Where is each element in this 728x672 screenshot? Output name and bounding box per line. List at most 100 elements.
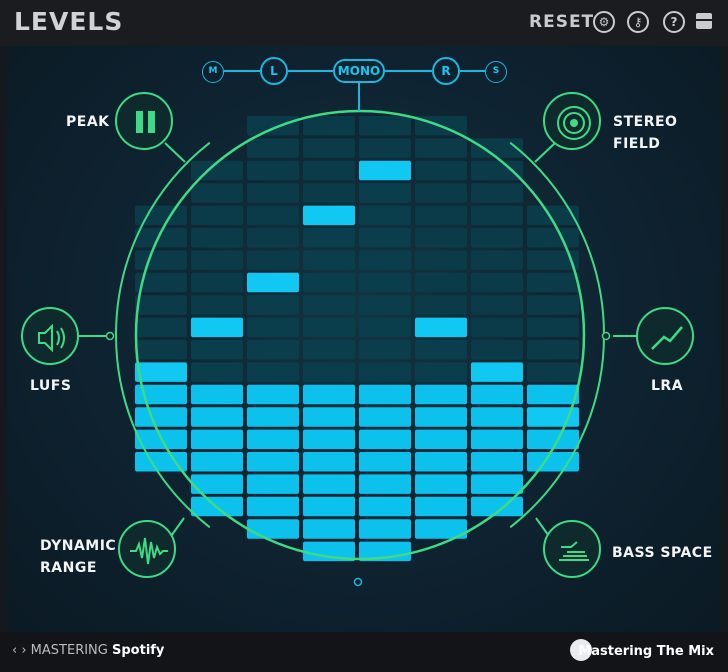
meter-cell xyxy=(415,138,467,158)
meter-cell xyxy=(247,183,299,203)
meter-cell xyxy=(471,452,523,472)
meter-cell xyxy=(359,205,411,226)
meter-cell xyxy=(359,384,411,405)
meter-cell xyxy=(247,340,299,360)
meter-cell xyxy=(247,250,299,270)
meter-cell xyxy=(247,384,299,405)
meter-cell xyxy=(527,317,579,338)
meter-cell xyxy=(303,519,355,539)
meter-cell xyxy=(471,228,523,248)
meter-cell xyxy=(191,362,243,382)
dynamic-range-button[interactable] xyxy=(118,520,176,578)
meter-cell xyxy=(191,384,243,405)
meter-cell xyxy=(191,228,243,248)
meter-cell xyxy=(471,183,523,203)
meter-cell xyxy=(247,295,299,315)
channel-l-button[interactable]: L xyxy=(260,57,288,85)
meter-cell xyxy=(247,116,299,136)
meter-cell xyxy=(247,160,299,181)
peak-label: PEAK xyxy=(66,114,110,130)
meter-cell xyxy=(359,272,411,293)
speaker-icon xyxy=(38,323,65,353)
channel-mono-button[interactable]: MONO xyxy=(333,59,385,83)
channel-r-button[interactable]: R xyxy=(432,57,460,85)
meter-cell xyxy=(247,452,299,472)
meter-cell xyxy=(191,407,243,427)
meter-cell xyxy=(303,272,355,293)
meter-cell xyxy=(471,272,523,293)
lufs-button[interactable] xyxy=(21,307,79,365)
meter-cell xyxy=(415,384,467,405)
meter-cell xyxy=(527,295,579,315)
meter-cell xyxy=(471,295,523,315)
meter-cell xyxy=(247,474,299,494)
meter-cell xyxy=(471,384,523,405)
meter-peak-cell xyxy=(135,362,187,382)
channel-s-button[interactable]: S xyxy=(485,61,507,83)
meter-cell xyxy=(359,452,411,472)
meter-cell xyxy=(471,138,523,158)
meter-cell xyxy=(247,362,299,382)
meter-cell xyxy=(415,160,467,181)
meter-cell xyxy=(415,183,467,203)
meter-cell xyxy=(247,205,299,226)
meter-cell xyxy=(471,205,523,226)
bass-space-button[interactable] xyxy=(543,520,601,578)
meter-cell xyxy=(359,407,411,427)
meter-cell xyxy=(471,160,523,181)
meter-cell xyxy=(527,362,579,382)
meter-cell xyxy=(191,272,243,293)
meter-peak-cell xyxy=(247,272,299,293)
meter-cell xyxy=(359,474,411,494)
meter-cell xyxy=(471,250,523,270)
meter-cell xyxy=(247,496,299,517)
meter-cell xyxy=(471,429,523,450)
lufs-label: LUFS xyxy=(30,378,72,394)
meter-cell xyxy=(191,205,243,226)
mastering-preset[interactable]: ‹ › MASTERING Spotify xyxy=(12,643,164,658)
lra-label: LRA xyxy=(651,378,684,394)
meter-cell xyxy=(135,295,187,315)
meter-cell xyxy=(191,183,243,203)
meter-cell xyxy=(303,474,355,494)
meter-peak-cell xyxy=(191,317,243,338)
meter-cell xyxy=(359,183,411,203)
meter-cell xyxy=(359,496,411,517)
meter-cell xyxy=(359,250,411,270)
meter-cell xyxy=(359,362,411,382)
meter-cell xyxy=(359,228,411,248)
meter-cell xyxy=(247,429,299,450)
peak-button[interactable] xyxy=(115,92,173,150)
meter-cell xyxy=(303,496,355,517)
meter-cell xyxy=(415,250,467,270)
lra-button[interactable] xyxy=(636,307,694,365)
meter-cell xyxy=(527,429,579,450)
meter-cell xyxy=(135,340,187,360)
lufs-dot xyxy=(105,331,115,341)
meter-cell xyxy=(303,160,355,181)
meter-cell xyxy=(471,474,523,494)
meter-cell xyxy=(247,519,299,539)
footer-bar: ‹ › MASTERING Spotify Mastering The Mix xyxy=(0,632,728,672)
meter-cell xyxy=(135,317,187,338)
meter-cell xyxy=(303,407,355,427)
meter-cell xyxy=(359,429,411,450)
meter-peak-cell xyxy=(359,160,411,181)
meter-cell xyxy=(527,340,579,360)
meter-cell xyxy=(527,272,579,293)
meter-cell xyxy=(247,407,299,427)
meter-cell xyxy=(303,429,355,450)
stereo-field-button[interactable] xyxy=(543,92,601,150)
channel-m-button[interactable]: M xyxy=(202,61,224,83)
meter-cell xyxy=(415,362,467,382)
meter-cell xyxy=(415,272,467,293)
meter-cell xyxy=(191,452,243,472)
nav-arrows-icon[interactable]: ‹ › xyxy=(12,643,27,658)
meter-cell xyxy=(527,384,579,405)
stereo-field-icon xyxy=(557,106,591,140)
meter-cell xyxy=(303,250,355,270)
meter-peak-cell xyxy=(471,362,523,382)
meter-cell xyxy=(303,317,355,338)
lra-icon xyxy=(651,326,683,350)
meter-cell xyxy=(415,228,467,248)
